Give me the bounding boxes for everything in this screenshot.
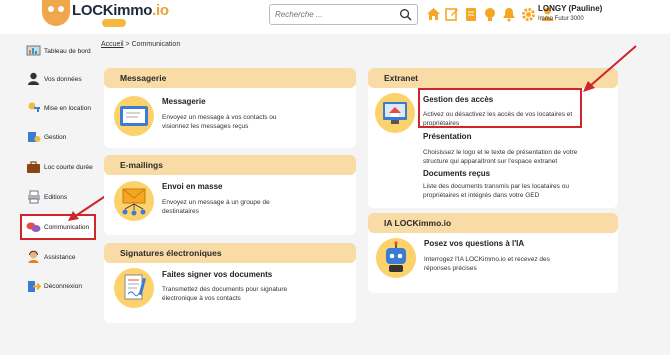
e-signature-icon[interactable] <box>114 268 154 308</box>
breadcrumb-separator: > <box>125 41 130 48</box>
search-icon[interactable] <box>399 8 412 21</box>
documents-recus-title[interactable]: Documents reçus <box>423 169 490 178</box>
sidebar-item-vos-donnees[interactable]: Vos données <box>22 68 94 90</box>
messagerie-icon[interactable] <box>114 96 154 136</box>
presentation-description: Choisissez le logo et le texte de présen… <box>423 149 578 165</box>
toolbar-icons <box>425 5 555 25</box>
ai-assistant-icon[interactable] <box>376 238 416 278</box>
home-icon[interactable] <box>425 5 441 23</box>
management-icon <box>26 130 41 145</box>
top-header: LOCKimmo.io LONGY (Pauline) Immo Futur 3… <box>0 0 670 34</box>
gear-icon[interactable] <box>520 5 536 23</box>
signatures-card-description: Transmettez des documents pour signature… <box>162 286 288 302</box>
emailings-card-description: Envoyez un message à un groupe de destin… <box>162 199 270 215</box>
documents-recus-description: Liste des documents transmis par les loc… <box>423 183 569 199</box>
print-icon <box>26 190 41 205</box>
support-icon <box>26 250 41 265</box>
logout-icon <box>26 279 41 294</box>
ia-card-description: Interrogez l'IA LOCKimmo.io et recevez d… <box>424 256 550 272</box>
ia-card-title[interactable]: Posez vos questions à l'IA <box>424 239 524 248</box>
breadcrumb-home-link[interactable]: Accueil <box>101 41 124 48</box>
sidebar-item-deconnexion[interactable]: Déconnexion <box>22 275 94 297</box>
sidebar-item-label: Déconnexion <box>44 282 82 290</box>
logo-suffix: .io <box>152 2 169 19</box>
annotation-highlight-box <box>418 88 582 128</box>
chat-icon <box>26 220 41 235</box>
emailings-card-title[interactable]: Envoi en masse <box>162 182 222 191</box>
breadcrumb: Accueil > Communication <box>101 41 180 48</box>
bell-icon[interactable] <box>501 5 517 23</box>
search-box[interactable] <box>269 4 418 25</box>
sidebar-item-label: Loc courte durée <box>44 163 93 171</box>
messagerie-card-description: Envoyez un message à vos contacts ou vis… <box>162 114 277 130</box>
emailings-panel-title: E-mailings <box>104 155 356 175</box>
messagerie-card-title[interactable]: Messagerie <box>162 97 206 106</box>
app-logo[interactable]: LOCKimmo.io <box>38 0 169 30</box>
edit-icon[interactable] <box>444 5 460 23</box>
logo-text: LOCKimmo <box>72 2 153 19</box>
breadcrumb-current: Communication <box>131 41 181 48</box>
presentation-title[interactable]: Présentation <box>423 132 471 141</box>
cat-mascot-icon <box>42 0 70 26</box>
user-info[interactable]: LONGY (Pauline) Immo Futur 3000 <box>538 4 602 22</box>
document-icon[interactable] <box>463 5 479 23</box>
dashboard-icon <box>26 44 41 59</box>
sidebar-item-label: Vos données <box>44 75 82 83</box>
suitcase-icon <box>26 160 41 175</box>
sidebar-item-label: Tableau de bord <box>44 47 91 55</box>
signatures-panel-title: Signatures électroniques <box>104 243 356 263</box>
ia-panel-title: IA LOCKimmo.io <box>368 213 618 233</box>
sidebar-item-mise-en-location[interactable]: Mise en location <box>22 97 94 119</box>
sidebar-item-assistance[interactable]: Assistance <box>22 246 94 268</box>
logo-badge <box>102 19 126 27</box>
search-input[interactable] <box>275 7 393 22</box>
sidebar-item-label: Gestion <box>44 133 67 141</box>
annotation-arrow-extranet <box>583 45 637 92</box>
sidebar-item-loc-courte-duree[interactable]: Loc courte durée <box>22 156 94 178</box>
user-name: LONGY (Pauline) <box>538 4 603 13</box>
sidebar-item-gestion[interactable]: Gestion <box>22 126 94 148</box>
sidebar-item-label: Assistance <box>44 253 76 261</box>
mass-mailing-icon[interactable] <box>114 181 154 221</box>
key-icon <box>26 101 41 116</box>
person-icon <box>26 72 41 87</box>
sidebar-item-tableau-de-bord[interactable]: Tableau de bord <box>22 40 94 62</box>
signatures-card-title[interactable]: Faites signer vos documents <box>162 270 272 279</box>
user-organization: Immo Futur 3000 <box>538 16 584 22</box>
messagerie-panel-title: Messagerie <box>104 68 356 88</box>
extranet-icon[interactable] <box>375 93 415 133</box>
sidebar-item-label: Mise en location <box>44 104 91 112</box>
bulb-icon[interactable] <box>482 5 498 23</box>
